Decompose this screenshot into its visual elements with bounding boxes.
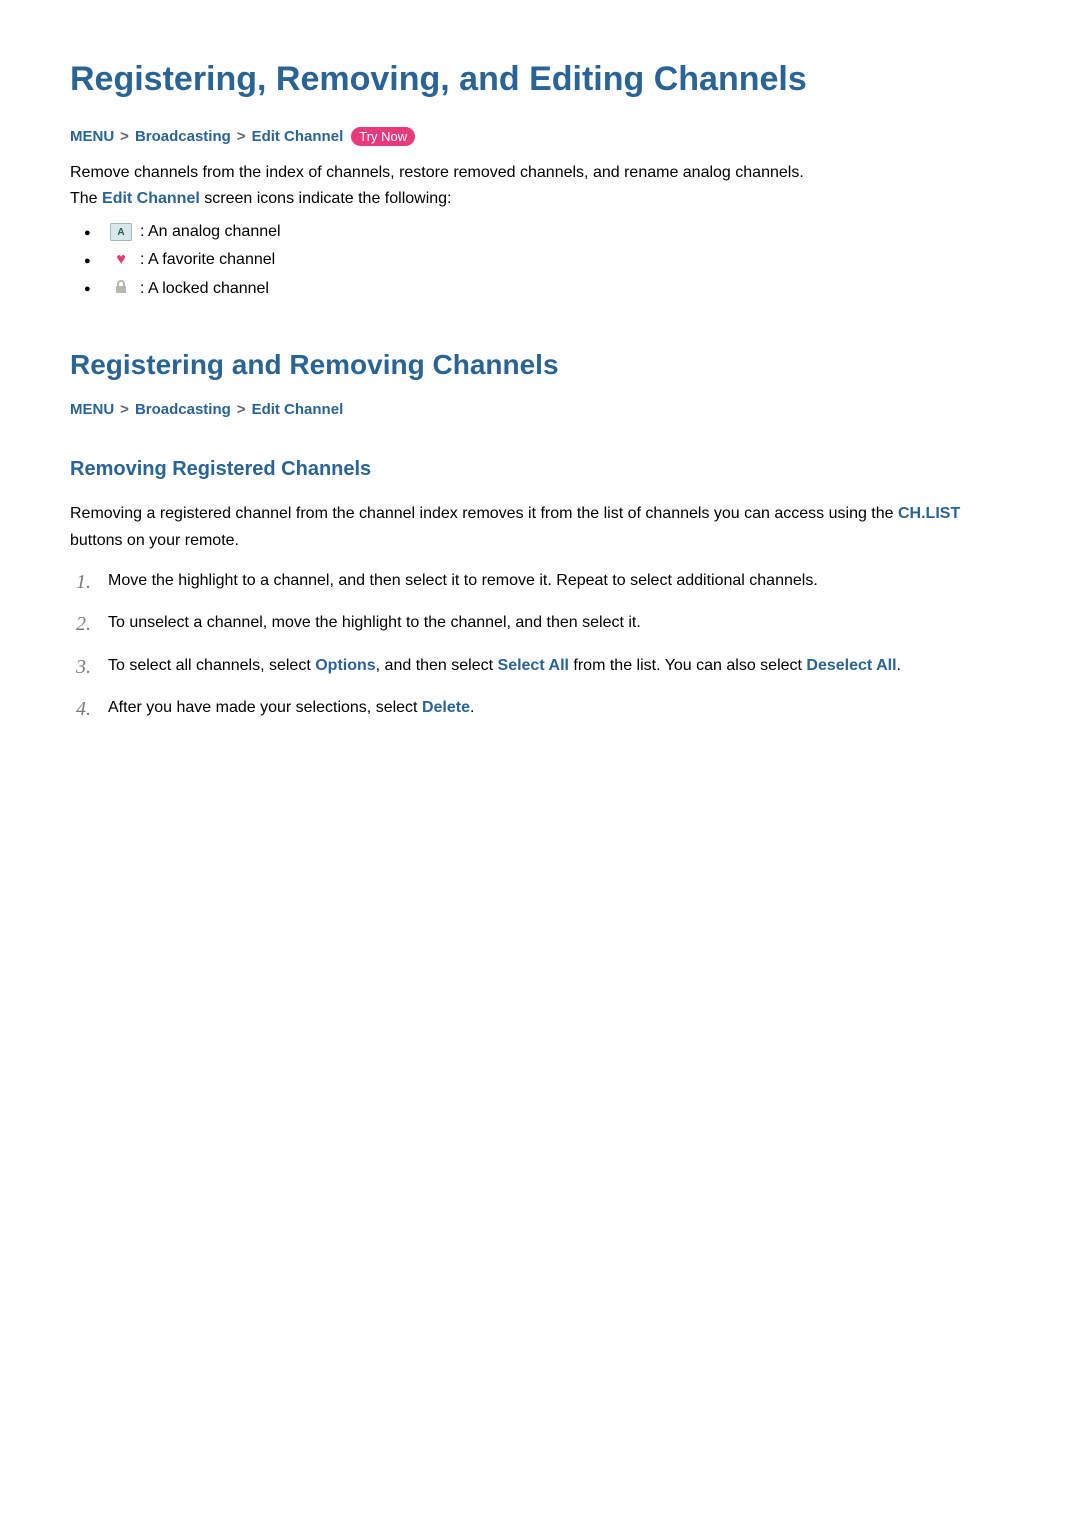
try-now-badge[interactable]: Try Now [351, 127, 415, 146]
intro-line2-suffix: screen icons indicate the following: [200, 190, 452, 207]
step-text-a: After you have made your selections, sel… [108, 699, 422, 716]
analog-icon: A [110, 223, 132, 241]
lock-icon [110, 279, 132, 299]
step-highlight-select-all: Select All [498, 657, 569, 674]
icon-legend-list: A : An analog channel ♥ : A favorite cha… [70, 223, 1010, 299]
breadcrumb: MENU > Broadcasting > Edit Channel Try N… [70, 127, 1010, 146]
breadcrumb-broadcasting: Broadcasting [135, 128, 231, 145]
subsection-title: Removing Registered Channels [70, 458, 1010, 481]
intro-line1: Remove channels from the index of channe… [70, 164, 804, 181]
step-text-c: . [470, 699, 474, 716]
step-highlight-delete: Delete [422, 699, 470, 716]
steps-list: Move the highlight to a channel, and the… [70, 568, 1010, 722]
breadcrumb-broadcasting: Broadcasting [135, 401, 231, 418]
step-text-a: To select all channels, select [108, 657, 315, 674]
step-item: After you have made your selections, sel… [108, 695, 1010, 721]
intro-paragraph: Remove channels from the index of channe… [70, 160, 1010, 211]
breadcrumb-menu: MENU [70, 401, 114, 418]
heart-icon: ♥ [110, 251, 132, 269]
chevron-right-icon: > [120, 401, 129, 418]
chevron-right-icon: > [237, 401, 246, 418]
list-item: : A locked channel [110, 279, 1010, 299]
breadcrumb: MENU > Broadcasting > Edit Channel [70, 401, 1010, 418]
subsection-intro-bold: CH.LIST [898, 505, 960, 522]
intro-line2-prefix: The [70, 190, 102, 207]
favorite-desc: : A favorite channel [140, 251, 275, 269]
step-highlight-options: Options [315, 657, 375, 674]
step-item: To unselect a channel, move the highligh… [108, 610, 1010, 636]
chevron-right-icon: > [120, 128, 129, 145]
subsection-intro: Removing a registered channel from the c… [70, 501, 1010, 554]
subsection-intro-prefix: Removing a registered channel from the c… [70, 505, 898, 522]
step-item: Move the highlight to a channel, and the… [108, 568, 1010, 594]
step-text-g: . [897, 657, 901, 674]
step-item: To select all channels, select Options, … [108, 653, 1010, 679]
step-highlight-deselect-all: Deselect All [806, 657, 896, 674]
step-text-e: from the list. You can also select [569, 657, 806, 674]
step-text: Move the highlight to a channel, and the… [108, 572, 818, 589]
step-text-c: , and then select [376, 657, 498, 674]
list-item: ♥ : A favorite channel [110, 251, 1010, 269]
list-item: A : An analog channel [110, 223, 1010, 241]
analog-desc: : An analog channel [140, 223, 281, 241]
step-text: To unselect a channel, move the highligh… [108, 614, 641, 631]
section-title: Registering and Removing Channels [70, 349, 1010, 381]
breadcrumb-edit-channel: Edit Channel [252, 128, 344, 145]
page-title: Registering, Removing, and Editing Chann… [70, 60, 1010, 99]
intro-line2-bold: Edit Channel [102, 190, 200, 207]
chevron-right-icon: > [237, 128, 246, 145]
subsection-intro-suffix: buttons on your remote. [70, 532, 239, 549]
locked-desc: : A locked channel [140, 280, 269, 298]
breadcrumb-edit-channel: Edit Channel [252, 401, 344, 418]
breadcrumb-menu: MENU [70, 128, 114, 145]
